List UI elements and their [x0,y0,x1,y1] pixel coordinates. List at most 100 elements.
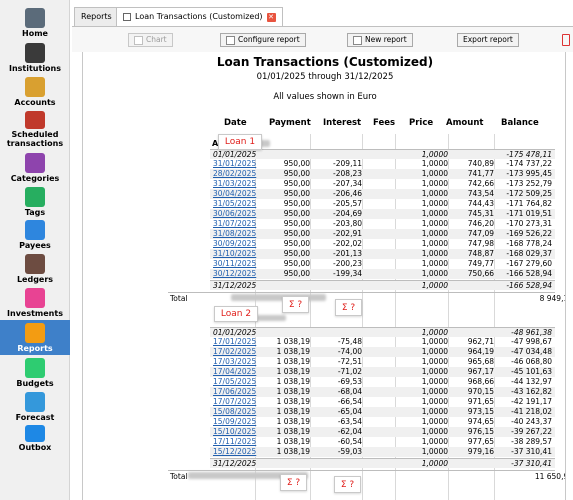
balance-value: -172 509,25 [506,189,552,198]
transaction-date-link[interactable]: 15/10/2025 [213,427,256,437]
amount-value: 968,66 [467,377,494,386]
closing-balance-row: 31/12/2025 1,0000 -166 528,94 [210,280,555,290]
interest-value: -68,04 [337,387,362,396]
sidebar-item-institutions[interactable]: Institutions [0,40,70,73]
sidebar-item-accounts[interactable]: Accounts [0,74,70,107]
closing-balance: -166 528,94 [506,281,552,290]
new-report-button[interactable]: New report [347,33,413,47]
delete-icon[interactable] [562,34,570,46]
col-header-amount: Amount [446,118,484,128]
transaction-date-link[interactable]: 17/04/2025 [213,367,256,377]
payees-icon [25,220,45,240]
balance-value: -174 737,22 [506,159,552,168]
transaction-date-link[interactable]: 30/06/2025 [213,209,256,219]
loan2-callout: Loan 2 [214,306,258,322]
balance-value: -171 019,51 [506,209,552,218]
amount-value: 976,15 [467,427,494,436]
new-report-label: New report [365,35,407,44]
sidebar-item-label: Categories [10,174,60,183]
interest-value: -207,34 [333,179,362,188]
transaction-date-link[interactable]: 17/11/2025 [213,437,256,447]
interest-value: -74,00 [337,347,362,356]
sidebar-item-reports[interactable]: Reports [0,320,70,355]
tag-icon [25,187,45,207]
interest-value: -72,51 [337,357,362,366]
amount-value: 750,66 [467,269,494,278]
close-tab-icon[interactable]: ✕ [266,12,276,22]
amount-value: 741,77 [467,169,494,178]
sidebar-item-investments[interactable]: Investments [0,285,70,318]
tab-loan-transactions[interactable]: Loan Transactions (Customized) ✕ [116,7,283,26]
accounts-icon [25,77,45,97]
transaction-date-link[interactable]: 15/08/2025 [213,407,256,417]
sidebar-item-payees[interactable]: Payees [0,217,70,250]
transaction-date-link[interactable]: 31/07/2025 [213,219,256,229]
transaction-date-link[interactable]: 17/06/2025 [213,387,256,397]
price-value: 1,0000 [421,189,448,198]
transaction-date-link[interactable]: 28/02/2025 [213,169,256,179]
interest-value: -60,54 [337,437,362,446]
transaction-date-link[interactable]: 30/09/2025 [213,239,256,249]
reports-icon [25,323,45,343]
sidebar-item-categories[interactable]: Categories [0,150,70,183]
tab-reports[interactable]: Reports [74,7,119,26]
transaction-row: 17/05/2025 1 038,19 -69,53 1,0000 968,66 -44 … [210,377,555,387]
balance-value: -46 068,80 [511,357,552,366]
transaction-date-link[interactable]: 15/12/2025 [213,447,256,457]
col-header-balance: Balance [501,118,539,128]
transaction-date-link[interactable]: 31/05/2025 [213,199,256,209]
price-value: 1,0000 [421,347,448,356]
balance-value: -37 310,41 [511,447,552,456]
sidebar-item-home[interactable]: Home [0,5,70,38]
transaction-date-link[interactable]: 30/12/2025 [213,269,256,279]
interest-value: -65,04 [337,407,362,416]
sidebar-item-label: Tags [24,208,46,217]
transaction-date-link[interactable]: 30/04/2025 [213,189,256,199]
sidebar-item-ledgers[interactable]: Ledgers [0,251,70,284]
balance-value: -38 289,57 [511,437,552,446]
transaction-date-link[interactable]: 17/05/2025 [213,377,256,387]
new-report-icon [353,35,362,45]
configure-report-button[interactable]: Configure report [220,33,306,47]
sidebar-item-label: Institutions [8,64,62,73]
amount-value: 977,65 [467,437,494,446]
interest-value: -209,11 [333,159,362,168]
interest-value: -204,69 [333,209,362,218]
transaction-date-link[interactable]: 17/01/2025 [213,337,256,347]
transaction-date-link[interactable]: 31/03/2025 [213,179,256,189]
transaction-row: 17/02/2025 1 038,19 -74,00 1,0000 964,19 -47 … [210,347,555,357]
price-value: 1,0000 [421,249,448,258]
transaction-date-link[interactable]: 17/07/2025 [213,397,256,407]
transaction-date-link[interactable]: 31/08/2025 [213,229,256,239]
interest-value: -200,23 [333,259,362,268]
sidebar-item-budgets[interactable]: Budgets [0,355,70,388]
price-value: 1,0000 [421,447,448,456]
report-view: Loan Transactions (Customized) 01/01/202… [82,52,566,500]
transaction-row: 17/07/2025 1 038,19 -66,54 1,0000 971,65 -42 … [210,397,555,407]
sidebar-item-label: Ledgers [16,275,54,284]
amount-value: 974,65 [467,417,494,426]
transaction-date-link[interactable]: 30/11/2025 [213,259,256,269]
balance-value: -168 029,37 [506,249,552,258]
payment-value: 950,00 [283,189,310,198]
transaction-date-link[interactable]: 17/02/2025 [213,347,256,357]
sidebar-item-outbox[interactable]: Outbox [0,422,70,452]
loan2-total-label: Total [170,472,188,481]
amount-value: 748,87 [467,249,494,258]
amount-value: 965,68 [467,357,494,366]
payment-value: 1 038,19 [276,407,310,416]
transaction-date-link[interactable]: 31/10/2025 [213,249,256,259]
balance-value: -44 132,97 [511,377,552,386]
sidebar-item-tags[interactable]: Tags [0,184,70,217]
chart-button[interactable]: Chart [128,33,173,47]
sidebar-item-label: Outbox [18,443,52,452]
sidebar-item-forecast[interactable]: Forecast [0,389,70,422]
transaction-date-link[interactable]: 17/03/2025 [213,357,256,367]
transaction-date-link[interactable]: 15/09/2025 [213,417,256,427]
export-report-button[interactable]: Export report [457,33,519,47]
transaction-date-link[interactable]: 31/01/2025 [213,159,256,169]
price-value: 1,0000 [421,427,448,436]
export-report-label: Export report [463,35,513,44]
sidebar-item-scheduled-transactions[interactable]: Scheduled transactions [0,108,70,148]
balance-value: -167 279,60 [506,259,552,268]
